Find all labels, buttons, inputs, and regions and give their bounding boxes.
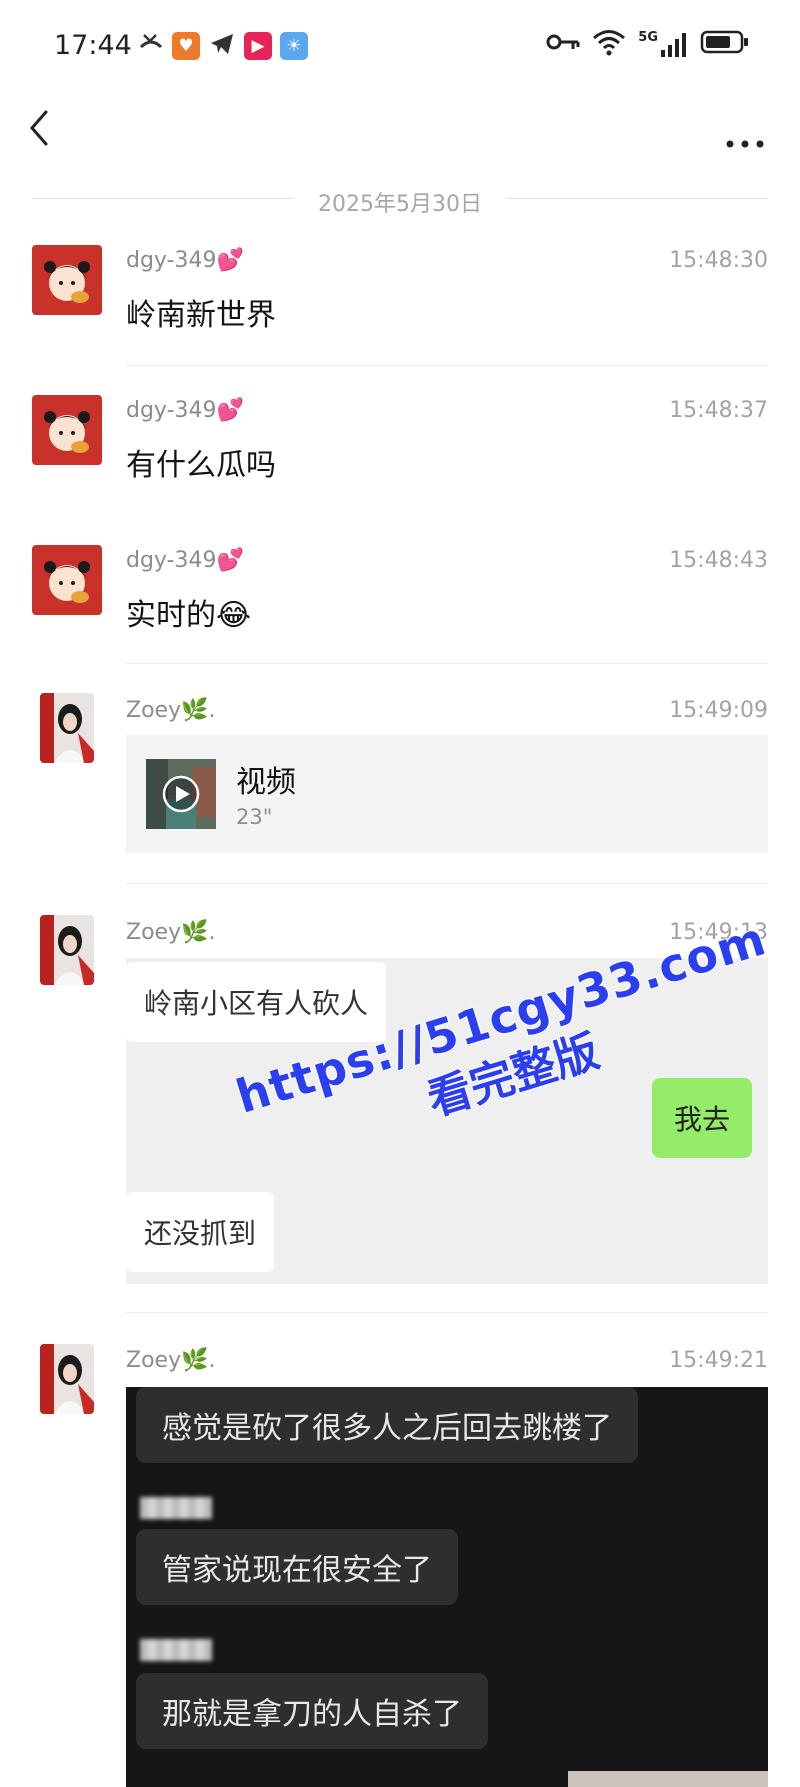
notification-icons: ♥ ▶ ☀ xyxy=(138,30,308,62)
video-message-card[interactable]: 视频 23" xyxy=(126,735,768,853)
message-divider xyxy=(126,883,768,884)
shield-app-icon: ♥ xyxy=(172,32,200,60)
message-divider xyxy=(126,663,768,664)
message-time: 15:48:43 xyxy=(669,548,768,573)
avatar[interactable] xyxy=(32,545,102,615)
message-time: 15:48:30 xyxy=(669,248,768,273)
message-divider xyxy=(126,365,768,366)
back-button[interactable] xyxy=(20,106,64,150)
date-label: 2025年5月30日 xyxy=(318,192,482,217)
sender-name: Zoey🌿. xyxy=(126,698,216,723)
telegram-icon xyxy=(208,30,236,62)
status-time: 17:44 xyxy=(54,30,132,61)
message-time: 15:49:09 xyxy=(669,698,768,723)
avatar[interactable] xyxy=(40,915,94,985)
video-duration: 23" xyxy=(236,805,273,829)
wifi-icon xyxy=(592,28,626,60)
weather-app-icon: ☀ xyxy=(280,32,308,60)
date-separator: 2025年5月30日 xyxy=(32,182,768,217)
separator-line-right xyxy=(506,198,768,199)
screenshot-bubble: 感觉是砍了很多人之后回去跳楼了 xyxy=(136,1387,638,1463)
avatar[interactable] xyxy=(40,693,94,763)
more-dots-icon xyxy=(726,140,764,148)
video-title: 视频 xyxy=(236,765,296,800)
message-divider xyxy=(126,1312,768,1313)
sender-name: dgy-349💕 xyxy=(126,248,244,273)
photo-avatar-icon xyxy=(40,693,94,763)
message-text[interactable]: 实时的😂 xyxy=(126,590,251,634)
sender-name: Zoey🌿. xyxy=(126,1348,216,1373)
chevron-left-icon xyxy=(30,110,48,146)
chat-screenshot-image[interactable]: 岭南小区有人砍人 我去 还没抓到 xyxy=(126,958,768,1284)
signal-icon: 5G xyxy=(638,30,688,58)
status-right: 5G xyxy=(546,28,750,60)
sender-name: Zoey🌿. xyxy=(126,920,216,945)
sender-name: dgy-349💕 xyxy=(126,548,244,573)
screenshot-bubble: 管家说现在很安全了 xyxy=(136,1529,458,1605)
message-time: 15:49:21 xyxy=(669,1348,768,1373)
message-text[interactable]: 有什么瓜吗 xyxy=(126,440,276,484)
video-thumbnail xyxy=(146,759,216,829)
cartoon-girl-avatar-icon xyxy=(32,545,102,615)
network-type-label: 5G xyxy=(638,30,658,45)
more-options-button[interactable] xyxy=(720,106,770,150)
screenshot-bubble: 那就是拿刀的人自杀了 xyxy=(136,1673,488,1749)
message-time: 15:49:13 xyxy=(669,920,768,945)
photo-avatar-icon xyxy=(40,915,94,985)
partial-image-edge xyxy=(568,1771,768,1787)
blurred-sender-name xyxy=(140,1497,212,1519)
avatar[interactable] xyxy=(32,395,102,465)
message-time: 15:48:37 xyxy=(669,398,768,423)
battery-icon xyxy=(700,29,750,59)
message-text[interactable]: 岭南新世界 xyxy=(126,290,276,334)
video-app-icon: ▶ xyxy=(244,32,272,60)
avatar[interactable] xyxy=(32,245,102,315)
avatar[interactable] xyxy=(40,1344,94,1414)
screenshot-bubble: 还没抓到 xyxy=(126,1192,275,1272)
screenshot-bubble: 岭南小区有人砍人 xyxy=(126,962,387,1042)
cartoon-girl-avatar-icon xyxy=(32,395,102,465)
cartoon-girl-avatar-icon xyxy=(32,245,102,315)
missed-call-icon xyxy=(138,31,164,61)
chat-screenshot-image-dark[interactable]: 感觉是砍了很多人之后回去跳楼了 管家说现在很安全了 那就是拿刀的人自杀了 xyxy=(126,1387,768,1787)
sender-name: dgy-349💕 xyxy=(126,398,244,423)
screenshot-reply-bubble: 我去 xyxy=(651,1078,752,1158)
key-icon xyxy=(546,31,580,57)
photo-avatar-icon xyxy=(40,1344,94,1414)
status-bar: 17:44 ♥ ▶ ☀ 5G xyxy=(0,0,800,92)
chat-top-bar xyxy=(0,92,800,172)
blurred-sender-name xyxy=(140,1639,212,1661)
